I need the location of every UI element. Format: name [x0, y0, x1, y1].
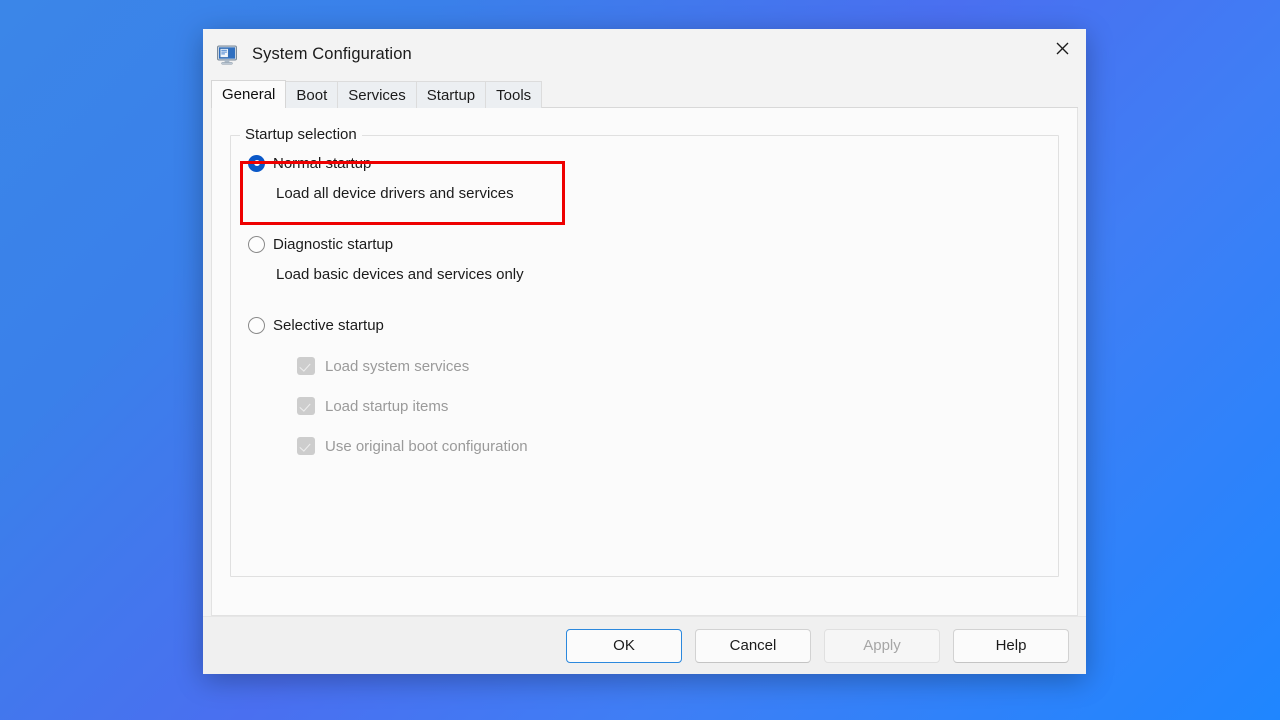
selective-startup-radio-row[interactable]: Selective startup — [231, 312, 1058, 338]
diagnostic-startup-radio-row[interactable]: Diagnostic startup — [231, 231, 1058, 257]
use-original-boot-configuration-label: Use original boot configuration — [325, 437, 528, 455]
selective-startup-label: Selective startup — [273, 316, 384, 334]
cancel-button[interactable]: Cancel — [695, 628, 811, 663]
tab-boot-label: Boot — [296, 86, 328, 104]
radio-selective-startup[interactable] — [248, 316, 265, 334]
diagnostic-startup-description: Load basic devices and services only — [276, 266, 524, 283]
desktop-background: System Configuration General Boot Servic… — [0, 0, 1280, 720]
startup-selection-groupbox: Startup selection Normal startup Load al… — [230, 126, 1059, 577]
normal-startup-option[interactable]: Normal startup Load all device drivers a… — [231, 150, 1058, 202]
system-configuration-monitor-icon — [216, 44, 238, 66]
radio-diagnostic-startup[interactable] — [248, 235, 265, 253]
checkbox-load-startup-items[interactable] — [297, 397, 315, 415]
radio-normal-startup[interactable] — [248, 154, 265, 172]
title-bar: System Configuration — [203, 29, 1086, 80]
normal-startup-radio-row[interactable]: Normal startup — [231, 150, 1058, 176]
load-startup-items-label: Load startup items — [325, 397, 449, 415]
window-title: System Configuration — [252, 45, 412, 63]
load-startup-items-row[interactable]: Load startup items — [231, 394, 1058, 418]
ok-button[interactable]: OK — [566, 628, 682, 663]
close-icon[interactable] — [1039, 29, 1086, 67]
help-button-label: Help — [995, 637, 1027, 654]
tab-general-label: General — [222, 86, 276, 103]
tab-services-label: Services — [348, 86, 406, 104]
tab-general[interactable]: General — [211, 80, 287, 108]
tab-startup-label: Startup — [426, 86, 476, 104]
normal-startup-label: Normal startup — [273, 154, 372, 172]
tab-tools-label: Tools — [496, 86, 532, 104]
tab-startup[interactable]: Startup — [415, 81, 487, 108]
diagnostic-startup-label: Diagnostic startup — [273, 235, 394, 253]
groupbox-legend: Startup selection — [240, 126, 362, 143]
tab-services[interactable]: Services — [337, 81, 417, 108]
system-configuration-dialog: System Configuration General Boot Servic… — [203, 29, 1086, 674]
tab-tools[interactable]: Tools — [485, 81, 543, 108]
apply-button: Apply — [824, 628, 940, 663]
help-button[interactable]: Help — [953, 628, 1069, 663]
checkbox-load-system-services[interactable] — [297, 357, 315, 375]
tab-content-general: Startup selection Normal startup Load al… — [211, 108, 1078, 616]
diagnostic-startup-option[interactable]: Diagnostic startup Load basic devices an… — [231, 231, 1058, 283]
load-system-services-row[interactable]: Load system services — [231, 354, 1058, 378]
normal-startup-description: Load all device drivers and services — [276, 185, 514, 202]
use-original-boot-configuration-row[interactable]: Use original boot configuration — [231, 434, 1058, 458]
selective-startup-option[interactable]: Selective startup Load system services L… — [231, 312, 1058, 458]
tab-strip: General Boot Services Startup Tools — [203, 80, 1086, 108]
dialog-footer: OK Cancel Apply Help — [203, 616, 1086, 674]
load-system-services-label: Load system services — [325, 357, 470, 375]
apply-button-label: Apply — [863, 637, 901, 654]
cancel-button-label: Cancel — [729, 637, 777, 654]
tab-boot[interactable]: Boot — [285, 81, 339, 108]
checkbox-use-original-boot-configuration[interactable] — [297, 437, 315, 455]
ok-button-label: OK — [613, 637, 635, 654]
